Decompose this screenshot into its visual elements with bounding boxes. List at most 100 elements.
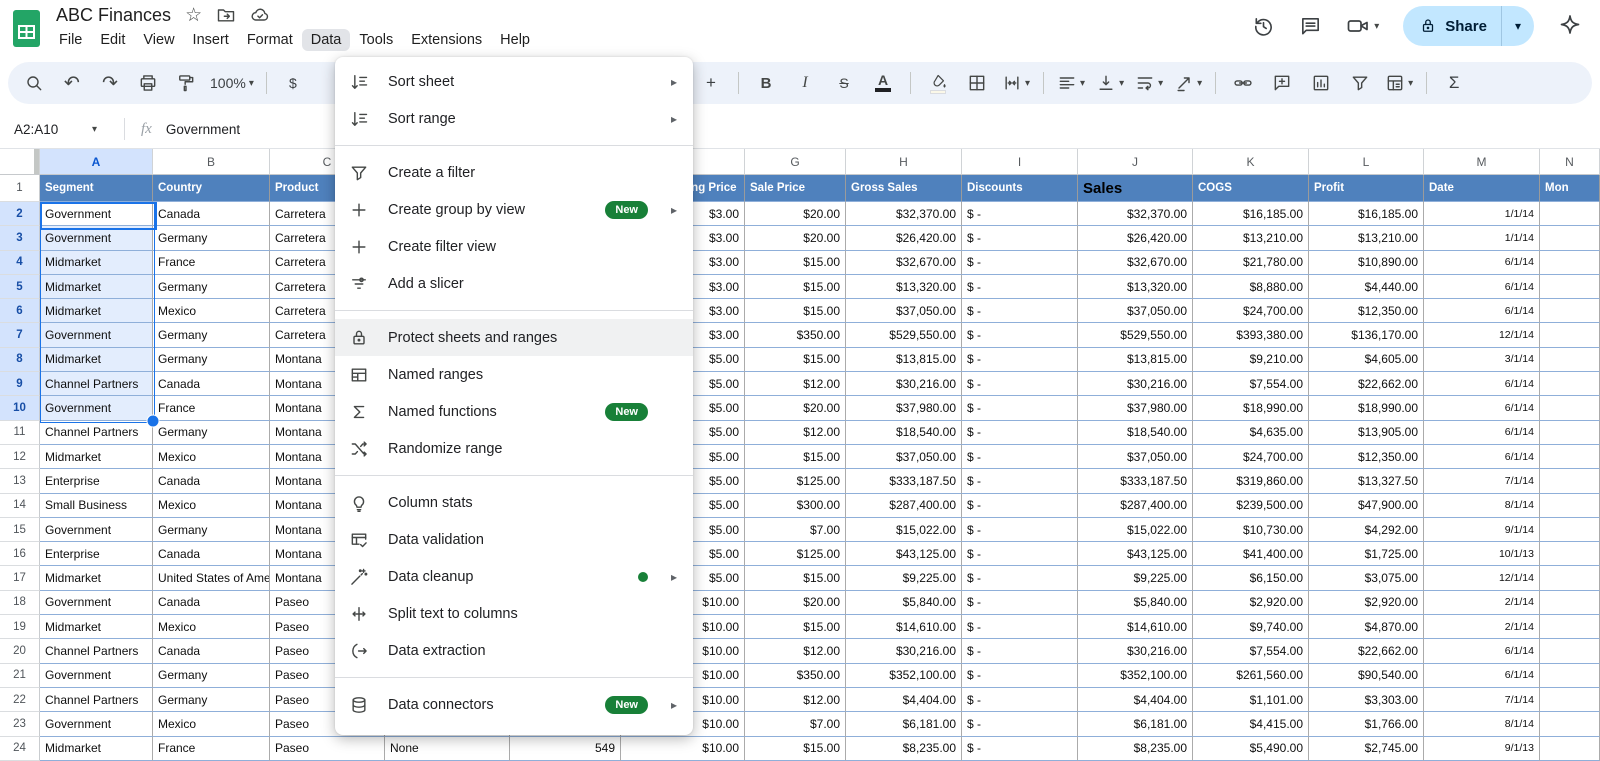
cell[interactable]: $ - bbox=[962, 687, 1078, 713]
menubar-item-extensions[interactable]: Extensions bbox=[402, 29, 491, 51]
cell[interactable]: 6/1/14 bbox=[1424, 372, 1540, 397]
cell[interactable]: $90,540.00 bbox=[1309, 663, 1424, 688]
menu-item-data-cleanup[interactable]: Data cleanup ▸ bbox=[335, 558, 693, 595]
cell[interactable]: 10/1/13 bbox=[1424, 542, 1540, 567]
cell[interactable]: $24,700.00 bbox=[1193, 444, 1309, 470]
menubar-item-help[interactable]: Help bbox=[491, 29, 539, 51]
menubar-item-tools[interactable]: Tools bbox=[350, 29, 402, 51]
cell[interactable]: $1,101.00 bbox=[1193, 687, 1309, 713]
menubar-item-view[interactable]: View bbox=[134, 29, 183, 51]
cell[interactable]: $8,880.00 bbox=[1193, 274, 1309, 300]
select-all-corner[interactable] bbox=[0, 149, 40, 175]
insert-chart-button[interactable] bbox=[1305, 69, 1337, 97]
cell[interactable]: Enterprise bbox=[40, 469, 153, 494]
cell[interactable]: 12/1/14 bbox=[1424, 566, 1540, 591]
cell[interactable]: $30,216.00 bbox=[846, 639, 962, 664]
cell[interactable]: $15.00 bbox=[745, 274, 846, 300]
cell[interactable]: $350.00 bbox=[745, 323, 846, 348]
cell[interactable]: $18,990.00 bbox=[1193, 396, 1309, 421]
cell[interactable]: $7,554.00 bbox=[1193, 639, 1309, 664]
cell[interactable]: $136,170.00 bbox=[1309, 323, 1424, 348]
cell[interactable]: Government bbox=[40, 712, 153, 737]
cell[interactable]: $ - bbox=[962, 566, 1078, 591]
cell[interactable]: $30,216.00 bbox=[1078, 372, 1193, 397]
menu-item-protect-sheets-and-ranges[interactable]: Protect sheets and ranges bbox=[335, 319, 693, 356]
cell[interactable]: $26,420.00 bbox=[846, 226, 962, 251]
cell[interactable]: $6,181.00 bbox=[1078, 712, 1193, 737]
cell[interactable]: $319,860.00 bbox=[1193, 469, 1309, 494]
cell[interactable]: Small Business bbox=[40, 493, 153, 518]
cell[interactable]: $13,815.00 bbox=[846, 347, 962, 373]
cell[interactable] bbox=[1540, 372, 1600, 397]
cell[interactable] bbox=[1540, 202, 1600, 227]
column-header-A[interactable]: A bbox=[40, 149, 153, 175]
cell[interactable]: Midmarket bbox=[40, 274, 153, 300]
cell[interactable]: $6,181.00 bbox=[846, 712, 962, 737]
cell[interactable]: Segment bbox=[40, 175, 153, 202]
cell[interactable]: $ - bbox=[962, 226, 1078, 251]
cell[interactable]: $32,370.00 bbox=[846, 202, 962, 227]
cell[interactable]: Canada bbox=[153, 542, 270, 567]
row-header-8[interactable]: 8 bbox=[0, 347, 40, 373]
cell[interactable] bbox=[1540, 687, 1600, 713]
cell[interactable]: $ - bbox=[962, 323, 1078, 348]
cell[interactable]: France bbox=[153, 250, 270, 275]
cell[interactable]: $ - bbox=[962, 663, 1078, 688]
cell[interactable]: $10,890.00 bbox=[1309, 250, 1424, 275]
cell[interactable]: Canada bbox=[153, 639, 270, 664]
cell[interactable]: $15.00 bbox=[745, 250, 846, 275]
cell[interactable]: Date bbox=[1424, 175, 1540, 202]
cell[interactable]: $9,210.00 bbox=[1193, 347, 1309, 373]
cell[interactable]: $32,670.00 bbox=[1078, 250, 1193, 275]
cell[interactable] bbox=[1540, 396, 1600, 421]
cell[interactable]: $2,745.00 bbox=[1309, 736, 1424, 761]
cell[interactable]: $13,327.50 bbox=[1309, 469, 1424, 494]
menu-item-named-functions[interactable]: Named functions New bbox=[335, 393, 693, 430]
cell[interactable]: $4,404.00 bbox=[1078, 687, 1193, 713]
cell[interactable]: $1,725.00 bbox=[1309, 542, 1424, 567]
menu-item-randomize-range[interactable]: Randomize range bbox=[335, 430, 693, 467]
cell[interactable]: 6/1/14 bbox=[1424, 396, 1540, 421]
cell[interactable]: $2,920.00 bbox=[1309, 590, 1424, 616]
menu-item-named-ranges[interactable]: Named ranges bbox=[335, 356, 693, 393]
cell[interactable] bbox=[1540, 444, 1600, 470]
cell[interactable] bbox=[1540, 615, 1600, 640]
cell[interactable] bbox=[1540, 347, 1600, 373]
cell[interactable] bbox=[1540, 250, 1600, 275]
cell[interactable]: $4,440.00 bbox=[1309, 274, 1424, 300]
column-header-H[interactable]: H bbox=[846, 149, 962, 175]
cell[interactable]: Government bbox=[40, 590, 153, 616]
cell[interactable]: Discounts bbox=[962, 175, 1078, 202]
row-header-24[interactable]: 24 bbox=[0, 736, 40, 761]
cell[interactable]: 3/1/14 bbox=[1424, 347, 1540, 373]
cell[interactable]: $26,420.00 bbox=[1078, 226, 1193, 251]
cell[interactable]: None bbox=[385, 736, 510, 761]
cell[interactable]: $13,320.00 bbox=[1078, 274, 1193, 300]
column-header-G[interactable]: G bbox=[745, 149, 846, 175]
cell[interactable]: $37,050.00 bbox=[1078, 299, 1193, 324]
row-header-23[interactable]: 23 bbox=[0, 712, 40, 737]
menu-item-data-validation[interactable]: Data validation bbox=[335, 521, 693, 558]
cell[interactable]: $287,400.00 bbox=[1078, 493, 1193, 518]
row-header-18[interactable]: 18 bbox=[0, 590, 40, 616]
column-header-K[interactable]: K bbox=[1193, 149, 1309, 175]
cell[interactable]: $20.00 bbox=[745, 590, 846, 616]
cell[interactable]: $393,380.00 bbox=[1193, 323, 1309, 348]
cell[interactable] bbox=[1540, 663, 1600, 688]
cell[interactable]: $ - bbox=[962, 274, 1078, 300]
cell[interactable]: $20.00 bbox=[745, 226, 846, 251]
cell[interactable]: 6/1/14 bbox=[1424, 250, 1540, 275]
zoom-select[interactable]: 100% ▾ bbox=[208, 69, 256, 97]
cell[interactable]: $ - bbox=[962, 615, 1078, 640]
row-header-11[interactable]: 11 bbox=[0, 420, 40, 445]
meet-caret-icon[interactable]: ▾ bbox=[1374, 21, 1379, 32]
row-header-19[interactable]: 19 bbox=[0, 615, 40, 640]
menubar-item-edit[interactable]: Edit bbox=[91, 29, 134, 51]
menubar-item-data[interactable]: Data bbox=[301, 29, 351, 51]
cell[interactable]: Paseo bbox=[270, 736, 385, 761]
menu-item-create-a-filter[interactable]: Create a filter bbox=[335, 154, 693, 191]
cell[interactable]: $352,100.00 bbox=[1078, 663, 1193, 688]
cell[interactable]: $ - bbox=[962, 420, 1078, 445]
cell[interactable]: $7.00 bbox=[745, 712, 846, 737]
share-button[interactable]: Share ▾ bbox=[1403, 6, 1534, 46]
